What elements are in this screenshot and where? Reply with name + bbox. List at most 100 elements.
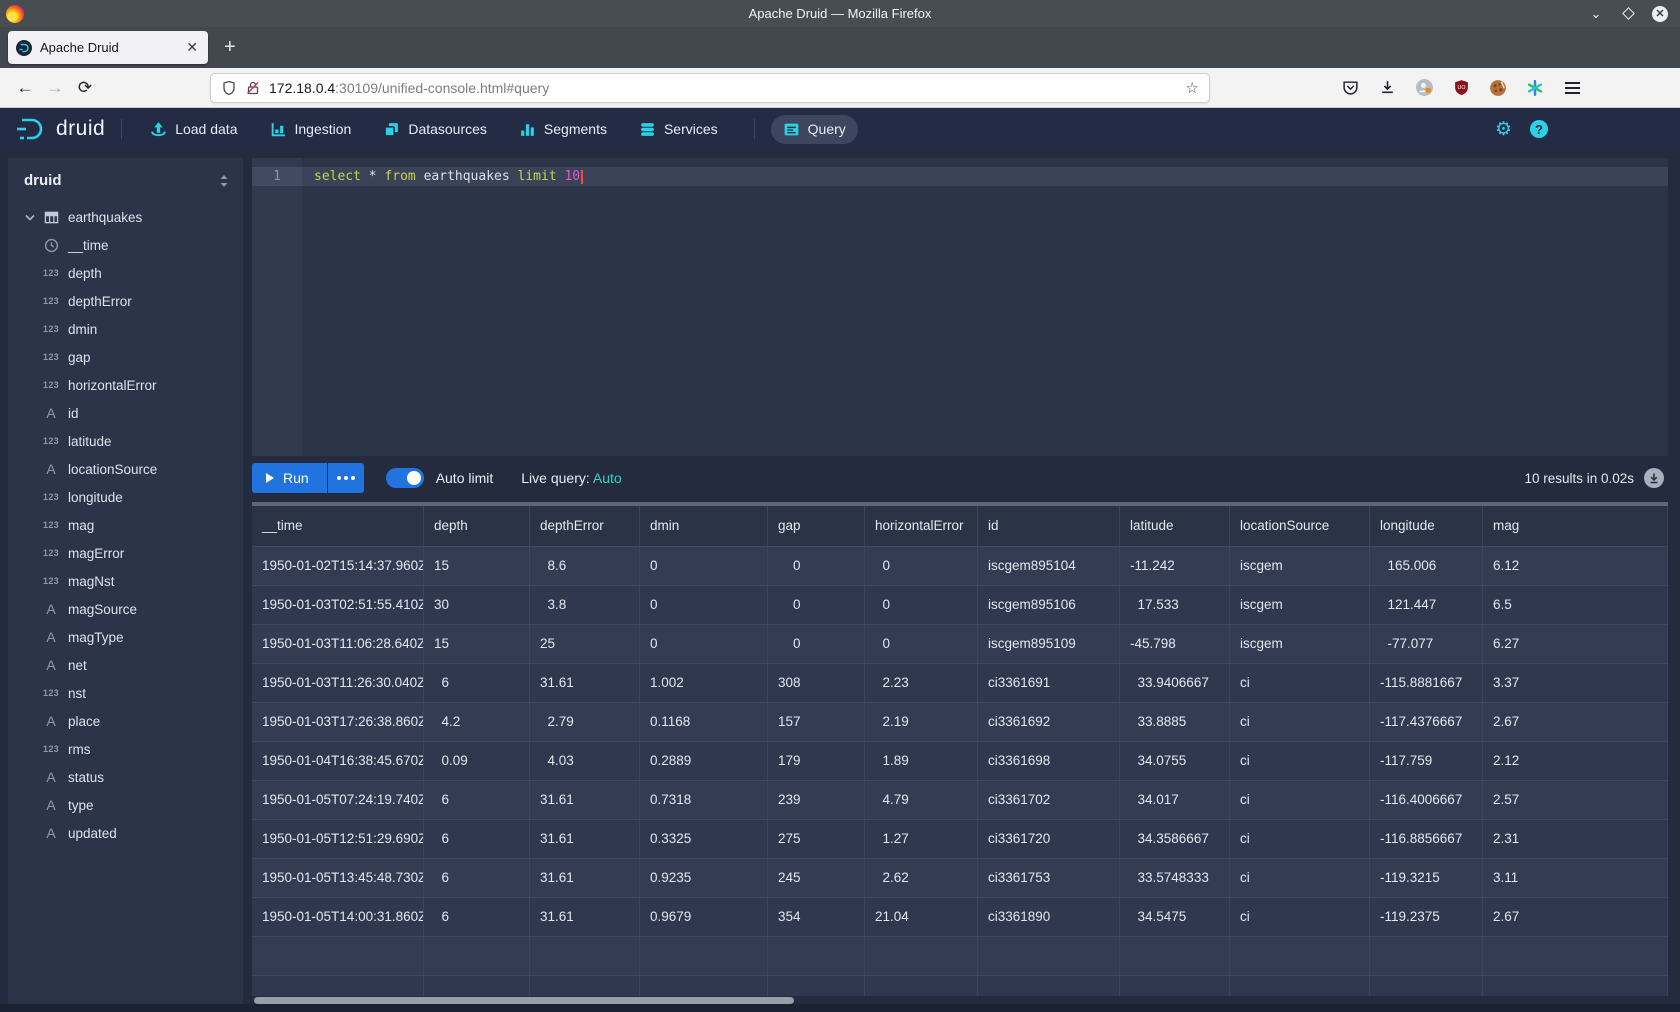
download-results-icon[interactable] bbox=[1644, 468, 1664, 488]
column-header-latitude[interactable]: latitude bbox=[1120, 506, 1230, 546]
schema-column-gap[interactable]: 123 gap bbox=[8, 343, 243, 371]
cell-latitude[interactable]: 33.8885 bbox=[1120, 703, 1230, 741]
cell-gap[interactable]: 0 bbox=[768, 547, 865, 585]
cell-depth[interactable]: 6 bbox=[424, 859, 530, 897]
cell-__time[interactable]: 1950-01-03T11:26:30.040Z bbox=[252, 664, 424, 702]
cell-mag[interactable]: 6.27 bbox=[1483, 625, 1668, 663]
column-header-gap[interactable]: gap bbox=[768, 506, 865, 546]
cell-dmin[interactable]: 0 bbox=[640, 547, 768, 585]
cell-gap[interactable]: 239 bbox=[768, 781, 865, 819]
run-more-options-button[interactable] bbox=[328, 463, 364, 493]
cell-mag[interactable]: 3.11 bbox=[1483, 859, 1668, 897]
cell-longitude[interactable]: -77.077 bbox=[1370, 625, 1483, 663]
cell-locationSource[interactable]: iscgem bbox=[1230, 547, 1370, 585]
help-icon[interactable]: ? bbox=[1530, 120, 1548, 138]
schema-column-mag[interactable]: 123 mag bbox=[8, 511, 243, 539]
window-minimize-button[interactable]: ⌄ bbox=[1588, 6, 1604, 22]
cell-gap[interactable]: 0 bbox=[768, 625, 865, 663]
cell-latitude[interactable]: -45.798 bbox=[1120, 625, 1230, 663]
cell-dmin[interactable]: 0.3325 bbox=[640, 820, 768, 858]
cell-locationSource[interactable]: ci bbox=[1230, 781, 1370, 819]
schema-column-magType[interactable]: A magType bbox=[8, 623, 243, 651]
cell-locationSource[interactable]: ci bbox=[1230, 703, 1370, 741]
nav-item-load-data[interactable]: Load data bbox=[138, 115, 249, 144]
cell-__time[interactable]: 1950-01-03T11:06:28.640Z bbox=[252, 625, 424, 663]
schema-column-nst[interactable]: 123 nst bbox=[8, 679, 243, 707]
ublock-origin-icon[interactable]: UO bbox=[1451, 78, 1471, 98]
cell-depth[interactable]: 15 bbox=[424, 625, 530, 663]
column-header-longitude[interactable]: longitude bbox=[1370, 506, 1483, 546]
cell-horizontalError[interactable]: 2.19 bbox=[865, 703, 978, 741]
cell-depthError[interactable]: 31.61 bbox=[530, 781, 640, 819]
run-button[interactable]: Run bbox=[252, 463, 327, 493]
cell-latitude[interactable]: 33.5748333 bbox=[1120, 859, 1230, 897]
sql-line[interactable]: select * from earthquakes limit 10 bbox=[302, 167, 1668, 186]
nav-item-query[interactable]: Query bbox=[771, 115, 858, 144]
cell-locationSource[interactable]: ci bbox=[1230, 820, 1370, 858]
cell-id[interactable]: ci3361702 bbox=[978, 781, 1120, 819]
cell-mag[interactable]: 2.67 bbox=[1483, 703, 1668, 741]
cell-dmin[interactable]: 0.9679 bbox=[640, 898, 768, 936]
cell-mag[interactable]: 2.31 bbox=[1483, 820, 1668, 858]
cell-dmin[interactable]: 1.002 bbox=[640, 664, 768, 702]
cell-horizontalError[interactable]: 21.04 bbox=[865, 898, 978, 936]
cell-horizontalError[interactable]: 1.89 bbox=[865, 742, 978, 780]
reload-button[interactable]: ⟳ bbox=[70, 73, 100, 103]
schema-column-id[interactable]: A id bbox=[8, 399, 243, 427]
column-header-horizontalError[interactable]: horizontalError bbox=[865, 506, 978, 546]
column-header-__time[interactable]: __time bbox=[252, 506, 424, 546]
cell-latitude[interactable]: 34.017 bbox=[1120, 781, 1230, 819]
cell-gap[interactable]: 0 bbox=[768, 586, 865, 624]
cell-horizontalError[interactable]: 1.27 bbox=[865, 820, 978, 858]
sql-editor[interactable]: 1 select * from earthquakes limit 10 bbox=[252, 158, 1668, 456]
cell-id[interactable]: ci3361692 bbox=[978, 703, 1120, 741]
cell-locationSource[interactable]: ci bbox=[1230, 742, 1370, 780]
cell-depthError[interactable]: 4.03 bbox=[530, 742, 640, 780]
cell-horizontalError[interactable]: 4.79 bbox=[865, 781, 978, 819]
nav-item-datasources[interactable]: Datasources bbox=[371, 115, 499, 144]
druid-brand[interactable]: druid bbox=[14, 116, 105, 142]
cell-__time[interactable]: 1950-01-05T14:00:31.860Z bbox=[252, 898, 424, 936]
cell-longitude[interactable]: 121.447 bbox=[1370, 586, 1483, 624]
cell-depthError[interactable]: 31.61 bbox=[530, 820, 640, 858]
tab-close-icon[interactable]: ✕ bbox=[184, 39, 200, 56]
cell-latitude[interactable]: 17.533 bbox=[1120, 586, 1230, 624]
cell-id[interactable]: ci3361890 bbox=[978, 898, 1120, 936]
cell-id[interactable]: iscgem895104 bbox=[978, 547, 1120, 585]
cell-depth[interactable]: 6 bbox=[424, 664, 530, 702]
cell-dmin[interactable]: 0 bbox=[640, 586, 768, 624]
forward-button[interactable]: → bbox=[40, 73, 70, 103]
cell-horizontalError[interactable]: 0 bbox=[865, 547, 978, 585]
schema-column-magSource[interactable]: A magSource bbox=[8, 595, 243, 623]
cell-latitude[interactable]: -11.242 bbox=[1120, 547, 1230, 585]
cell-locationSource[interactable]: ci bbox=[1230, 898, 1370, 936]
column-header-mag[interactable]: mag bbox=[1483, 506, 1668, 546]
cell-gap[interactable]: 308 bbox=[768, 664, 865, 702]
schema-column-latitude[interactable]: 123 latitude bbox=[8, 427, 243, 455]
cell-mag[interactable]: 2.12 bbox=[1483, 742, 1668, 780]
nav-item-services[interactable]: Services bbox=[627, 115, 730, 144]
cell-locationSource[interactable]: ci bbox=[1230, 664, 1370, 702]
column-header-depth[interactable]: depth bbox=[424, 506, 530, 546]
schema-column-__time[interactable]: __time bbox=[8, 231, 243, 259]
cell-dmin[interactable]: 0.7318 bbox=[640, 781, 768, 819]
cell-latitude[interactable]: 34.0755 bbox=[1120, 742, 1230, 780]
cell-id[interactable]: ci3361753 bbox=[978, 859, 1120, 897]
cell-mag[interactable]: 2.57 bbox=[1483, 781, 1668, 819]
cell-mag[interactable]: 3.37 bbox=[1483, 664, 1668, 702]
cell-longitude[interactable]: -119.2375 bbox=[1370, 898, 1483, 936]
cell-__time[interactable]: 1950-01-04T16:38:45.670Z bbox=[252, 742, 424, 780]
column-header-id[interactable]: id bbox=[978, 506, 1120, 546]
column-header-dmin[interactable]: dmin bbox=[640, 506, 768, 546]
extension-asterisk-icon[interactable] bbox=[1525, 78, 1545, 98]
schema-column-depth[interactable]: 123 depth bbox=[8, 259, 243, 287]
cell-__time[interactable]: 1950-01-03T02:51:55.410Z bbox=[252, 586, 424, 624]
cell-horizontalError[interactable]: 0 bbox=[865, 625, 978, 663]
cell-depth[interactable]: 6 bbox=[424, 820, 530, 858]
scrollbar-thumb[interactable] bbox=[254, 997, 794, 1004]
column-header-locationSource[interactable]: locationSource bbox=[1230, 506, 1370, 546]
cell-depth[interactable]: 6 bbox=[424, 898, 530, 936]
window-close-button[interactable]: ✕ bbox=[1652, 6, 1668, 22]
url-text[interactable]: 172.18.0.4:30109/unified-console.html#qu… bbox=[269, 80, 1186, 96]
menu-hamburger-icon[interactable] bbox=[1562, 78, 1582, 98]
